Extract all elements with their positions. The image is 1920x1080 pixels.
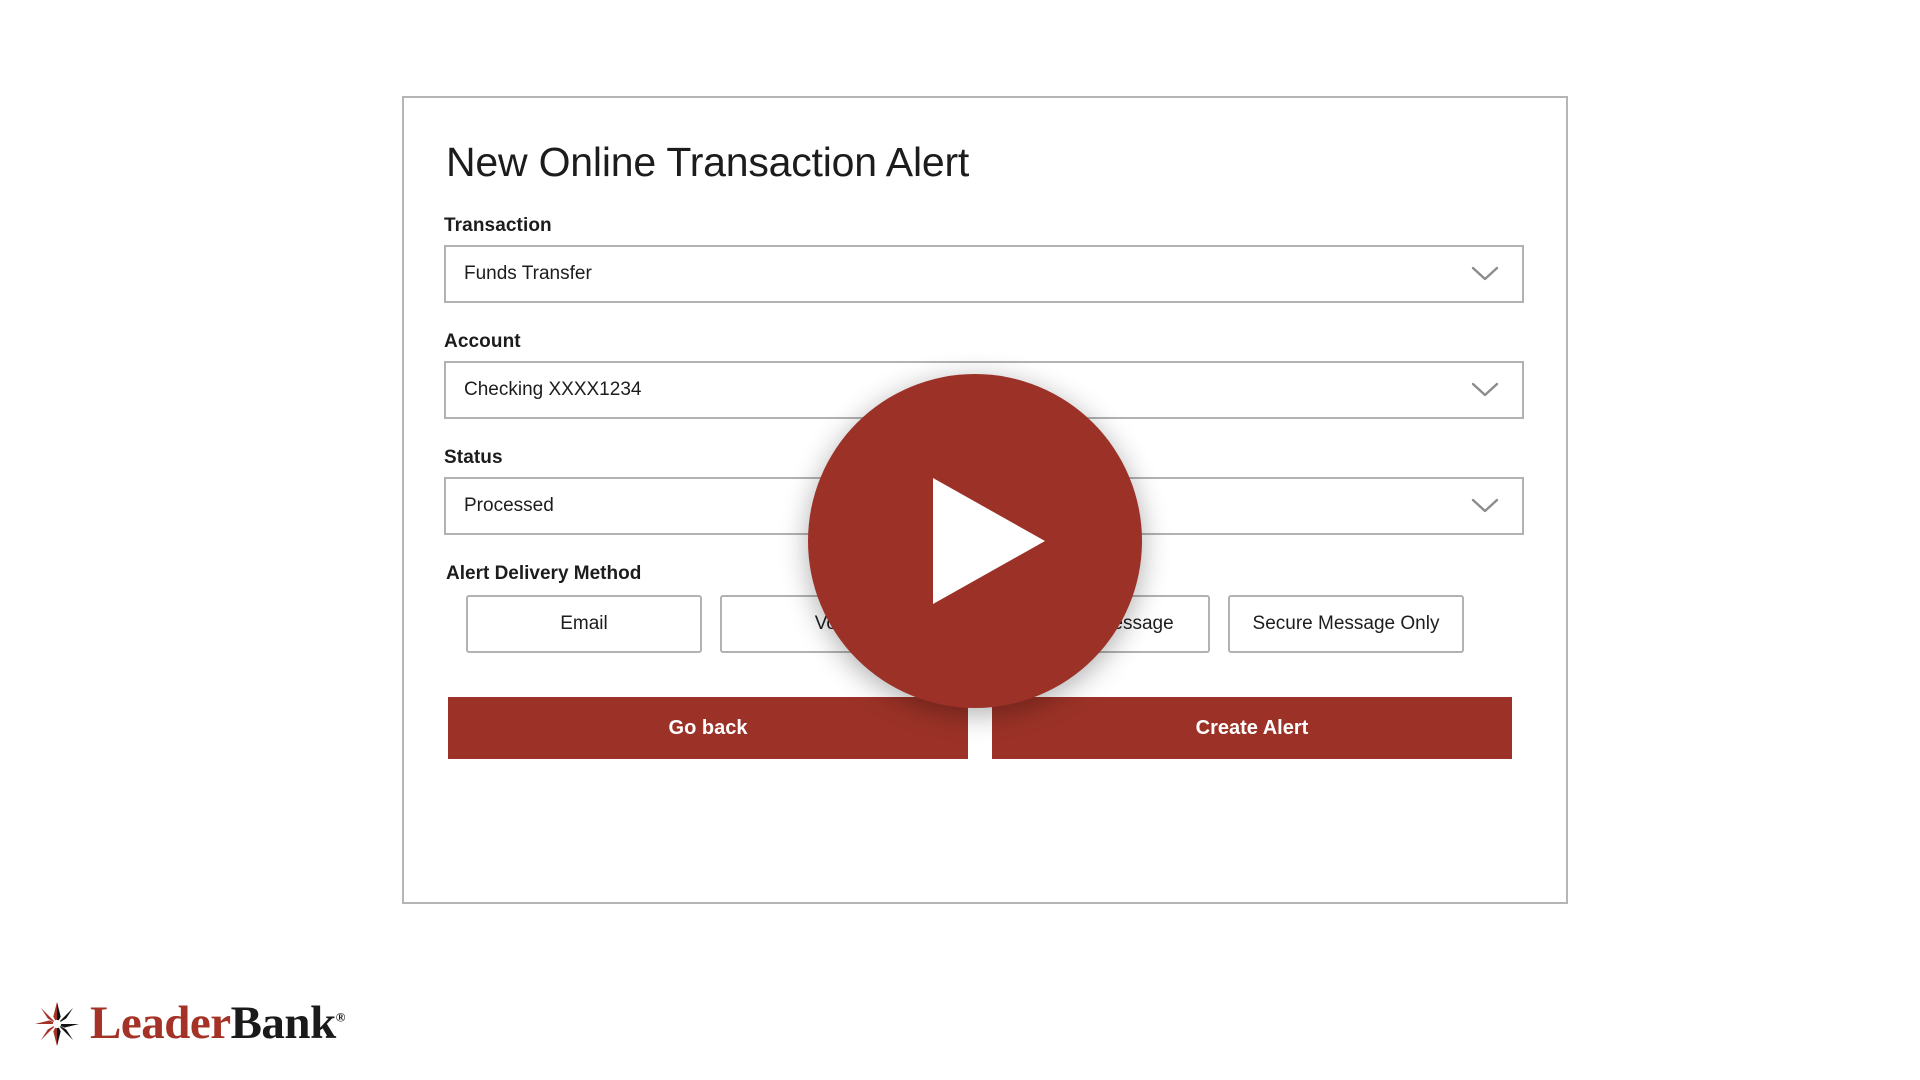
chevron-down-icon xyxy=(1470,265,1500,283)
chevron-down-icon xyxy=(1470,497,1500,515)
play-triangle-glyph xyxy=(933,478,1045,604)
page-title: New Online Transaction Alert xyxy=(446,139,970,185)
logo-word-bank: Bank xyxy=(230,997,337,1049)
logo-word-leader: Leader xyxy=(90,997,231,1049)
starburst-icon xyxy=(34,1001,80,1047)
page-root: New Online Transaction Alert Transaction… xyxy=(0,0,1920,1080)
logo-wordmark: LeaderBank® xyxy=(90,1000,345,1047)
delivery-option-email[interactable]: Email xyxy=(466,595,702,654)
leader-bank-logo: LeaderBank® xyxy=(34,1000,345,1047)
transaction-select[interactable]: Funds Transfer xyxy=(444,245,1524,304)
chevron-down-icon xyxy=(1470,381,1500,399)
create-alert-button[interactable]: Create Alert xyxy=(992,697,1512,760)
play-icon[interactable] xyxy=(808,374,1142,708)
transaction-select-value: Funds Transfer xyxy=(464,263,592,285)
account-select-value: Checking XXXX1234 xyxy=(464,379,642,401)
field-label-transaction: Transaction xyxy=(444,215,552,237)
delivery-option-secure-message[interactable]: Secure Message Only xyxy=(1228,595,1464,654)
field-label-account: Account xyxy=(444,331,521,353)
registered-trademark-icon: ® xyxy=(335,1009,346,1025)
field-transaction: Transaction Funds Transfer xyxy=(444,215,1526,304)
status-select-value: Processed xyxy=(464,495,554,517)
go-back-button[interactable]: Go back xyxy=(448,697,968,760)
